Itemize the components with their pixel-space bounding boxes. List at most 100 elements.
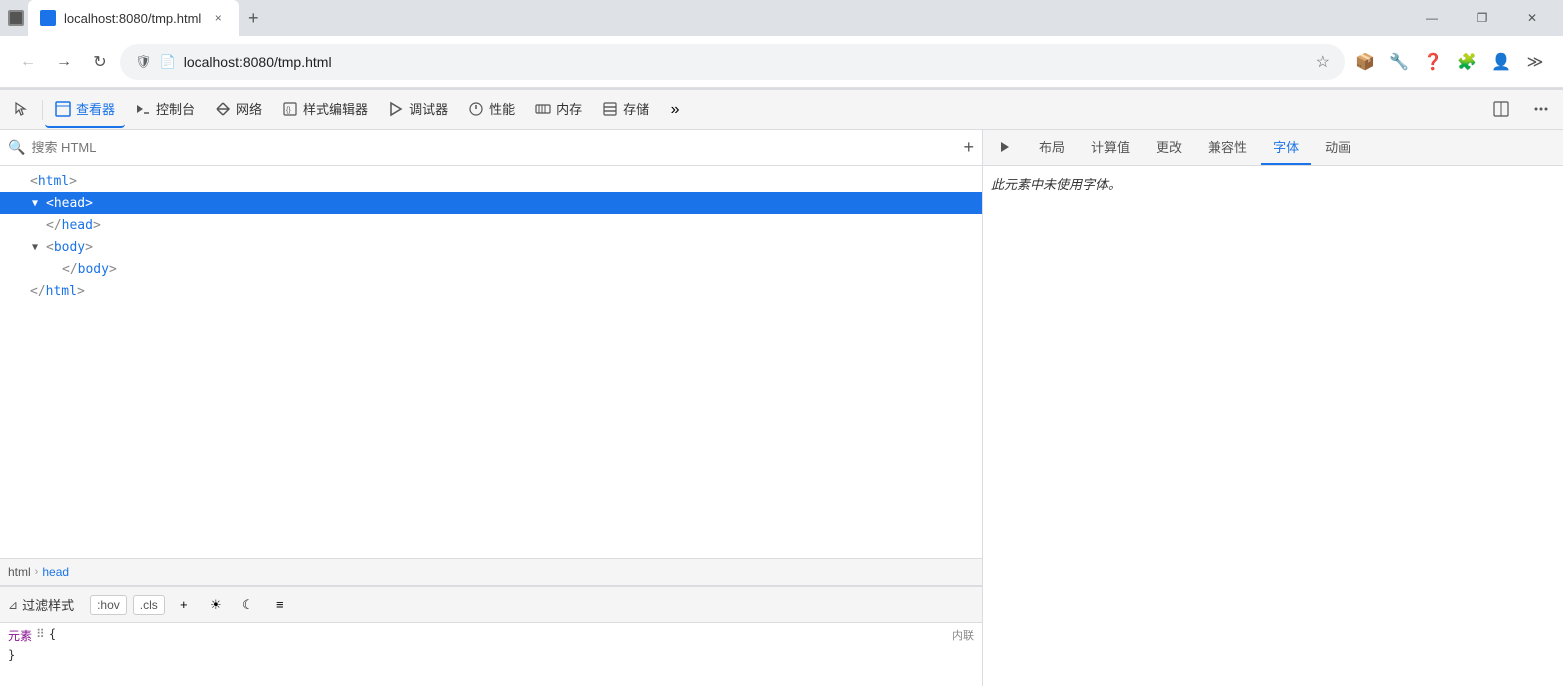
active-tab[interactable]: localhost:8080/tmp.html ×	[28, 0, 239, 36]
filter-icon: ⊿	[8, 598, 18, 612]
tab-network[interactable]: 网络	[205, 92, 272, 128]
network-label: 网络	[236, 99, 262, 118]
styles-property-row: }	[0, 648, 982, 664]
back-button[interactable]: ←	[12, 46, 44, 78]
doc-button[interactable]: ≡	[267, 592, 293, 618]
hov-button[interactable]: :hov	[90, 595, 127, 615]
new-tab-button[interactable]: +	[239, 4, 267, 32]
devtools-content: 🔍 + <html> ▼ <head>	[0, 130, 1563, 686]
tree-row-html-open[interactable]: <html>	[0, 170, 982, 192]
pocket-icon[interactable]: 📦	[1349, 46, 1381, 78]
inline-label: 内联	[952, 627, 974, 643]
network-icon	[215, 101, 231, 117]
url-text[interactable]: localhost:8080/tmp.html	[184, 54, 1308, 70]
maximize-button[interactable]: ❐	[1459, 0, 1505, 36]
dark-theme-button[interactable]: ☾	[235, 592, 261, 618]
tab-storage[interactable]: 存储	[592, 92, 659, 128]
debugger-label: 调试器	[409, 99, 448, 118]
tab-compatibility[interactable]: 兼容性	[1196, 130, 1259, 165]
fonts-empty-message: 此元素中未使用字体。	[991, 177, 1121, 192]
breadcrumb-sep-1: ›	[35, 566, 39, 578]
right-panel-toolbar: 布局 计算值 更改 兼容性 字体 动画	[983, 130, 1563, 166]
tab-memory[interactable]: 内存	[525, 92, 592, 128]
more-tools-button[interactable]: »	[659, 94, 691, 126]
tree-row-body-open[interactable]: ▼ <body>	[0, 236, 982, 258]
tab-debugger[interactable]: 调试器	[378, 92, 458, 128]
tree-row-html-close[interactable]: </html>	[0, 280, 982, 302]
tab-close-button[interactable]: ×	[209, 9, 227, 27]
html-search-input[interactable]	[31, 140, 957, 155]
light-theme-button[interactable]: ☀	[203, 592, 229, 618]
browser-toolbar-right: 📦 🔧 ❓ 🧩 👤 ≫	[1349, 46, 1551, 78]
tab-computed-icon[interactable]	[987, 130, 1025, 165]
cursor-icon	[14, 101, 30, 117]
tab-computed-label: 计算值	[1091, 137, 1130, 156]
html-tree[interactable]: <html> ▼ <head> </head> ▼	[0, 166, 982, 558]
breadcrumb-html[interactable]: html	[8, 565, 31, 579]
styles-filter: ⊿ 过滤样式	[8, 595, 74, 614]
styles-brace-open: {	[49, 627, 56, 641]
console-icon	[135, 101, 151, 117]
styles-brace-close: }	[8, 648, 15, 662]
performance-label: 性能	[489, 99, 515, 118]
reload-button[interactable]: ↻	[84, 46, 116, 78]
tab-performance[interactable]: 性能	[458, 92, 525, 128]
tab-fonts[interactable]: 字体	[1261, 130, 1311, 165]
tree-toggle-body: ▼	[32, 242, 46, 253]
storage-label: 存储	[623, 99, 649, 118]
inspector-cursor-button[interactable]	[4, 92, 40, 128]
tree-toggle-head: ▼	[32, 198, 46, 209]
profile-icon[interactable]: 👤	[1485, 46, 1517, 78]
close-window-button[interactable]: ✕	[1509, 0, 1555, 36]
cls-button[interactable]: .cls	[133, 595, 165, 615]
tab-fonts-label: 字体	[1273, 137, 1299, 156]
inspector-panel: 🔍 + <html> ▼ <head>	[0, 130, 983, 686]
wrench-icon[interactable]: 🔧	[1383, 46, 1415, 78]
tree-row-body-close[interactable]: </body>	[0, 258, 982, 280]
memory-icon	[535, 101, 551, 117]
breadcrumb-head[interactable]: head	[42, 565, 69, 579]
title-bar: localhost:8080/tmp.html × + — ❐ ✕	[0, 0, 1563, 36]
devtools-right-actions	[1483, 92, 1559, 128]
tab-layout[interactable]: 布局	[1027, 130, 1077, 165]
forward-button[interactable]: →	[48, 46, 80, 78]
add-style-button[interactable]: +	[171, 592, 197, 618]
tab-bar: localhost:8080/tmp.html × +	[28, 0, 1405, 36]
style-editor-icon: {}	[282, 101, 298, 117]
performance-icon	[468, 101, 484, 117]
tree-row-head-close[interactable]: </head>	[0, 214, 982, 236]
storage-icon	[602, 101, 618, 117]
tab-computed[interactable]: 计算值	[1079, 130, 1142, 165]
search-add-button[interactable]: +	[963, 137, 974, 158]
help-icon[interactable]: ❓	[1417, 46, 1449, 78]
devtools-panel: 查看器 控制台 网络 {} 样式编辑器 调试器	[0, 88, 1563, 686]
bookmark-icon[interactable]: ☆	[1316, 52, 1330, 72]
nav-bar: ← → ↻ 🛡 📄 localhost:8080/tmp.html ☆ 📦 🔧 …	[0, 36, 1563, 88]
memory-label: 内存	[556, 99, 582, 118]
tab-changes-label: 更改	[1156, 137, 1182, 156]
tab-style-editor[interactable]: {} 样式编辑器	[272, 92, 378, 128]
page-icon: 📄	[160, 54, 176, 70]
debugger-icon	[388, 101, 404, 117]
viewer-label: 查看器	[76, 99, 115, 118]
tree-row-head-open[interactable]: ▼ <head>	[0, 192, 982, 214]
styles-selector: 元素	[8, 627, 32, 644]
tab-layout-label: 布局	[1039, 137, 1065, 156]
dock-side-button[interactable]	[1483, 92, 1519, 128]
more-menu-icon[interactable]: ≫	[1519, 46, 1551, 78]
svg-text:{}: {}	[286, 107, 291, 114]
devtools-menu-button[interactable]	[1523, 92, 1559, 128]
tab-favicon	[40, 10, 56, 26]
minimize-button[interactable]: —	[1409, 0, 1455, 36]
tab-changes[interactable]: 更改	[1144, 130, 1194, 165]
breadcrumb-bar: html › head	[0, 558, 982, 586]
search-icon: 🔍	[8, 139, 25, 156]
styles-content: 元素 ⠿ { 内联	[0, 623, 982, 648]
tab-animations-label: 动画	[1325, 137, 1351, 156]
tab-animations[interactable]: 动画	[1313, 130, 1363, 165]
devtools-toolbar: 查看器 控制台 网络 {} 样式编辑器 调试器	[0, 90, 1563, 130]
address-bar[interactable]: 🛡 📄 localhost:8080/tmp.html ☆	[120, 44, 1345, 80]
tab-viewer[interactable]: 查看器	[45, 92, 125, 128]
tab-console[interactable]: 控制台	[125, 92, 205, 128]
extensions-icon[interactable]: 🧩	[1451, 46, 1483, 78]
